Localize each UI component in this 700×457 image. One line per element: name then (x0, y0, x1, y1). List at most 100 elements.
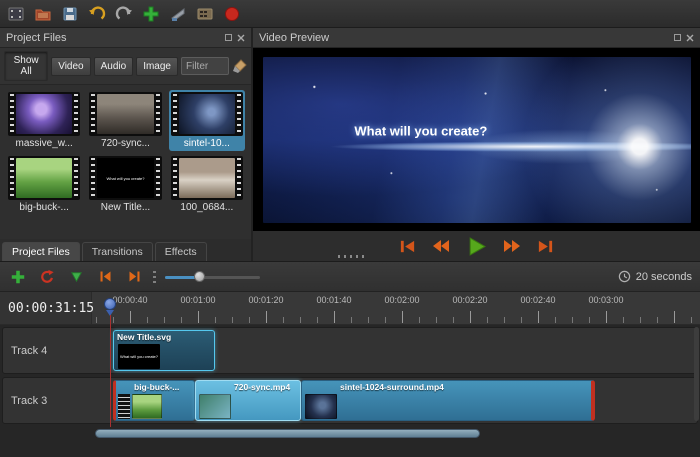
clip-thumb-caption: What will you create? (120, 354, 158, 359)
timeline-toolbar: 20 seconds (0, 262, 700, 292)
zoom-slider-thumb[interactable] (194, 271, 205, 282)
ruler-label: 00:01:00 (180, 295, 215, 305)
ruler-major-ticks (92, 311, 700, 323)
clip-thumbnail (305, 394, 337, 419)
add-track-button[interactable] (8, 267, 28, 287)
splitter-handle[interactable] (338, 255, 364, 258)
title-thumb-caption: What will you create? (106, 176, 144, 181)
filter-audio-button[interactable]: Audio (94, 57, 134, 76)
file-thumbnail (89, 92, 161, 136)
arrow-tool-icon (69, 269, 84, 284)
previous-marker-icon (98, 269, 113, 284)
toolbar-separator (153, 271, 156, 283)
fast-forward-button[interactable] (503, 237, 521, 255)
video-preview-header: Video Preview (253, 28, 700, 48)
brush-icon (232, 59, 247, 74)
undock-panel-icon[interactable] (674, 34, 681, 41)
playhead-timecode: 00:00:31:15 (0, 292, 92, 324)
file-item-big-buck[interactable]: big-buck-... (6, 154, 82, 215)
ruler-label: 00:01:40 (316, 295, 351, 305)
razor-icon (169, 5, 187, 23)
undo-icon (88, 5, 106, 23)
clear-filter-button[interactable] (232, 57, 247, 75)
file-item-720-sync[interactable]: 720-sync... (87, 90, 163, 151)
tracks-vertical-scrollbar[interactable] (694, 327, 699, 421)
undock-panel-icon[interactable] (225, 34, 232, 41)
snapping-button[interactable] (37, 267, 57, 287)
open-project-button[interactable] (32, 3, 54, 25)
video-caption: What will you create? (354, 124, 487, 139)
playback-controls (253, 231, 700, 261)
play-icon (466, 236, 487, 257)
project-files-title: Project Files (6, 32, 67, 44)
fast-forward-icon (503, 237, 521, 255)
next-marker-button[interactable] (124, 267, 144, 287)
filter-show-all-button[interactable]: Show All (4, 51, 48, 81)
file-item-sintel[interactable]: sintel-10... (169, 90, 245, 151)
clip-label: 720-sync.mp4 (196, 381, 300, 393)
track-4[interactable]: Track 4 New Title.svg What will you crea… (2, 327, 698, 374)
jump-to-start-icon (399, 238, 416, 255)
next-marker-icon (127, 269, 142, 284)
play-button[interactable] (466, 236, 487, 257)
previous-marker-button[interactable] (95, 267, 115, 287)
close-panel-icon[interactable] (237, 34, 245, 42)
filter-input[interactable] (181, 57, 229, 75)
openshot-window: Project Files Show All Video Audio Image… (0, 0, 700, 457)
redo-icon (115, 5, 133, 23)
project-files-panel: Project Files Show All Video Audio Image… (0, 28, 253, 261)
razor-button[interactable] (167, 3, 189, 25)
file-item-100-0684[interactable]: 100_0684... (169, 154, 245, 215)
timeline-ruler-row: 00:00:31:15 00:00:40 00:01:00 00:01:20 0… (0, 292, 700, 325)
file-label: 720-sync... (89, 138, 161, 149)
ruler-label: 00:03:00 (588, 295, 623, 305)
import-files-button[interactable] (140, 3, 162, 25)
clock-icon (618, 270, 631, 283)
new-project-button[interactable] (5, 3, 27, 25)
file-label: big-buck-... (8, 202, 80, 213)
video-preview-area: What will you create? (253, 48, 700, 231)
import-files-icon (142, 5, 160, 23)
tab-transitions[interactable]: Transitions (82, 242, 153, 261)
time-scale-label: 20 seconds (636, 271, 692, 283)
filter-video-button[interactable]: Video (51, 57, 90, 76)
arrow-tool-button[interactable] (66, 267, 86, 287)
rewind-button[interactable] (432, 237, 450, 255)
main-toolbar (0, 0, 700, 28)
time-scale: 20 seconds (618, 270, 692, 283)
file-thumbnail (8, 156, 80, 200)
filter-image-button[interactable]: Image (136, 57, 178, 76)
clip-big-buck[interactable]: big-buck-... (113, 380, 195, 421)
clip-720-sync[interactable]: 720-sync.mp4 (195, 380, 301, 421)
file-filter-row: Show All Video Audio Image (0, 48, 251, 85)
jump-to-end-button[interactable] (537, 238, 554, 255)
tab-effects[interactable]: Effects (155, 242, 207, 261)
redo-button[interactable] (113, 3, 135, 25)
track-name: Track 3 (11, 395, 47, 407)
file-item-massive[interactable]: massive_w... (6, 90, 82, 151)
save-project-button[interactable] (59, 3, 81, 25)
file-item-new-title[interactable]: What will you create? New Title... (87, 154, 163, 215)
zoom-slider[interactable] (165, 270, 260, 284)
timeline-tracks: Track 4 New Title.svg What will you crea… (0, 325, 700, 424)
undo-button[interactable] (86, 3, 108, 25)
left-panel-tabs: Project Files Transitions Effects (0, 239, 251, 261)
export-video-button[interactable] (221, 3, 243, 25)
jump-to-end-icon (537, 238, 554, 255)
export-video-icon (223, 5, 241, 23)
project-files-header: Project Files (0, 28, 251, 48)
tab-project-files[interactable]: Project Files (2, 242, 80, 261)
track-3[interactable]: Track 3 big-buck-... 720-sync.mp4 sintel… (2, 377, 698, 424)
timeline-horizontal-scrollbar[interactable] (95, 429, 480, 438)
choose-profile-button[interactable] (194, 3, 216, 25)
close-panel-icon[interactable] (686, 34, 694, 42)
file-thumbnail: What will you create? (89, 156, 161, 200)
clip-new-title[interactable]: New Title.svg What will you create? (113, 330, 215, 371)
project-files-grid: massive_w... 720-sync... sintel-10... bi… (0, 85, 251, 239)
jump-to-start-button[interactable] (399, 238, 416, 255)
clip-sintel[interactable]: sintel-1024-surround.mp4 (301, 380, 595, 421)
clip-thumbnail (132, 394, 162, 419)
video-preview-title: Video Preview (259, 32, 329, 44)
timeline-ruler[interactable]: 00:00:40 00:01:00 00:01:20 00:01:40 00:0… (92, 292, 700, 324)
ruler-label: 00:00:40 (112, 295, 147, 305)
